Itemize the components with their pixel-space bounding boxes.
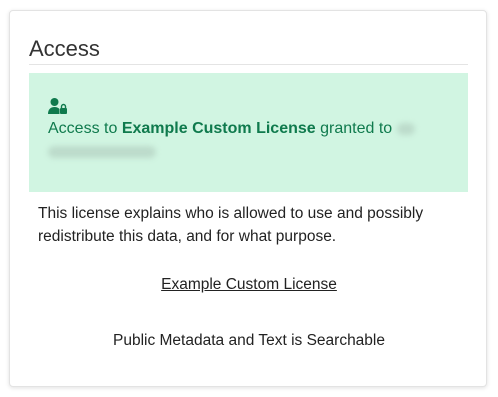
license-description: This license explains who is allowed to … xyxy=(38,205,424,245)
access-panel: Access Access to Example Custom License … xyxy=(9,10,487,387)
user-lock-icon xyxy=(48,97,68,115)
access-granted-alert: Access to Example Custom License granted… xyxy=(29,73,468,192)
section-title: Access xyxy=(29,36,100,61)
redacted-user-name xyxy=(48,145,156,158)
access-granted-message: Access to Example Custom License granted… xyxy=(48,117,449,163)
access-prefix: Access to xyxy=(48,120,122,137)
redacted-user-title xyxy=(396,122,415,135)
searchable-note: Public Metadata and Text is Searchable xyxy=(113,332,385,349)
license-name: Example Custom License xyxy=(121,120,316,137)
license-link[interactable]: Example Custom License xyxy=(10,274,488,296)
title-divider xyxy=(29,64,468,65)
access-middle: granted to xyxy=(315,120,397,137)
